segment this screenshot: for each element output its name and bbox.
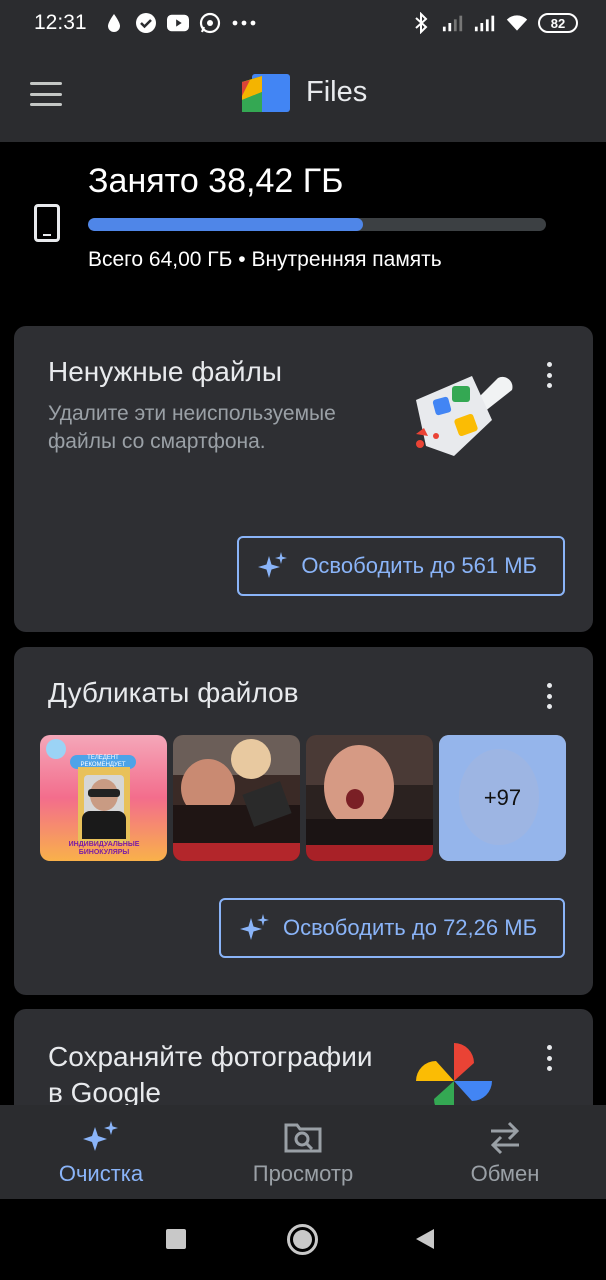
nav-browse[interactable]: Просмотр xyxy=(202,1105,404,1199)
sparkle-icon xyxy=(258,552,288,578)
junk-files-more-icon[interactable] xyxy=(539,360,559,390)
google-photos-title: Сохраняйте фотографии в Google xyxy=(48,1041,373,1108)
duplicate-thumb[interactable]: ТЕЛЕДЕНТ РЕКОМЕНДУЕТ ВРАЧАМ ИНДИВИДУАЛЬН… xyxy=(40,735,167,861)
google-photos-more-icon[interactable] xyxy=(539,1043,559,1073)
nav-share-label: Обмен xyxy=(470,1161,540,1186)
storage-progress-fill xyxy=(88,218,363,231)
junk-files-description: Удалите эти неиспользуемые файлы со смар… xyxy=(48,402,336,453)
back-icon[interactable] xyxy=(414,1227,436,1251)
status-bar: 12:31 82 xyxy=(0,0,606,46)
drop-icon xyxy=(103,12,125,34)
app-title: Files xyxy=(306,76,368,108)
junk-files-title: Ненужные файлы xyxy=(48,356,282,387)
free-junk-label: Освободить до 561 МБ xyxy=(301,553,537,578)
nav-browse-label: Просмотр xyxy=(252,1161,354,1186)
menu-icon[interactable] xyxy=(26,76,66,112)
nav-share[interactable]: Обмен xyxy=(404,1105,606,1199)
duplicate-thumb-more[interactable]: +97 xyxy=(439,735,566,861)
notification-icons xyxy=(103,12,257,34)
storage-summary[interactable]: Занято 38,42 ГБ Всего 64,00 ГБ • Внутрен… xyxy=(0,142,606,292)
system-navigation-bar xyxy=(0,1199,606,1280)
nav-clean[interactable]: Очистка xyxy=(0,1105,202,1199)
thumb-caption-bottom: ИНДИВИДУАЛЬНЫЕ БИНОКУЛЯРЫ xyxy=(68,841,140,856)
storage-total: Всего 64,00 ГБ • Внутренняя память xyxy=(88,248,442,271)
check-badge-icon xyxy=(135,12,157,34)
swap-arrows-icon xyxy=(490,1121,520,1155)
bottom-navigation: Очистка Просмотр Обмен xyxy=(0,1105,606,1199)
storage-progress-bar xyxy=(88,218,546,231)
battery-indicator: 82 xyxy=(538,13,578,33)
bluetooth-icon xyxy=(410,12,432,34)
duplicates-card[interactable]: Дубликаты файлов ТЕЛЕДЕНТ РЕКОМЕНДУЕТ ВР… xyxy=(14,647,593,995)
youtube-icon xyxy=(166,12,189,34)
storage-used: Занято 38,42 ГБ xyxy=(88,162,344,200)
files-logo-icon xyxy=(242,74,290,112)
duplicates-more-icon[interactable] xyxy=(539,681,559,711)
duplicates-thumbnails: ТЕЛЕДЕНТ РЕКОМЕНДУЕТ ВРАЧАМ ИНДИВИДУАЛЬН… xyxy=(40,735,566,861)
duplicates-title: Дубликаты файлов xyxy=(48,677,299,708)
signal-icon xyxy=(442,12,464,34)
folder-search-icon xyxy=(284,1123,322,1153)
system-icons: 82 xyxy=(410,12,578,34)
more-duplicates-count: +97 xyxy=(439,735,566,861)
sparkle-icon xyxy=(83,1121,118,1151)
whatsapp-icon xyxy=(199,12,221,34)
junk-files-card[interactable]: Ненужные файлы Удалите эти неиспользуемы… xyxy=(14,326,593,632)
signal-icon-2 xyxy=(474,12,496,34)
more-notifications-icon xyxy=(231,12,257,34)
free-duplicates-label: Освободить до 72,26 МБ xyxy=(282,915,537,940)
duplicate-thumb[interactable] xyxy=(306,735,433,861)
sparkle-icon xyxy=(239,914,269,940)
free-junk-button[interactable]: Освободить до 561 МБ xyxy=(237,536,565,596)
phone-icon xyxy=(34,204,60,242)
recents-icon[interactable] xyxy=(166,1229,186,1249)
duplicate-thumb[interactable] xyxy=(173,735,300,861)
status-time: 12:31 xyxy=(34,11,87,34)
app-bar: Files xyxy=(0,46,606,142)
nav-clean-label: Очистка xyxy=(58,1161,144,1186)
wifi-icon xyxy=(506,12,528,34)
free-duplicates-button[interactable]: Освободить до 72,26 МБ xyxy=(218,898,565,958)
thumb-logo xyxy=(46,739,66,759)
cleaning-shovel-icon xyxy=(416,376,513,456)
home-icon[interactable] xyxy=(287,1224,318,1255)
